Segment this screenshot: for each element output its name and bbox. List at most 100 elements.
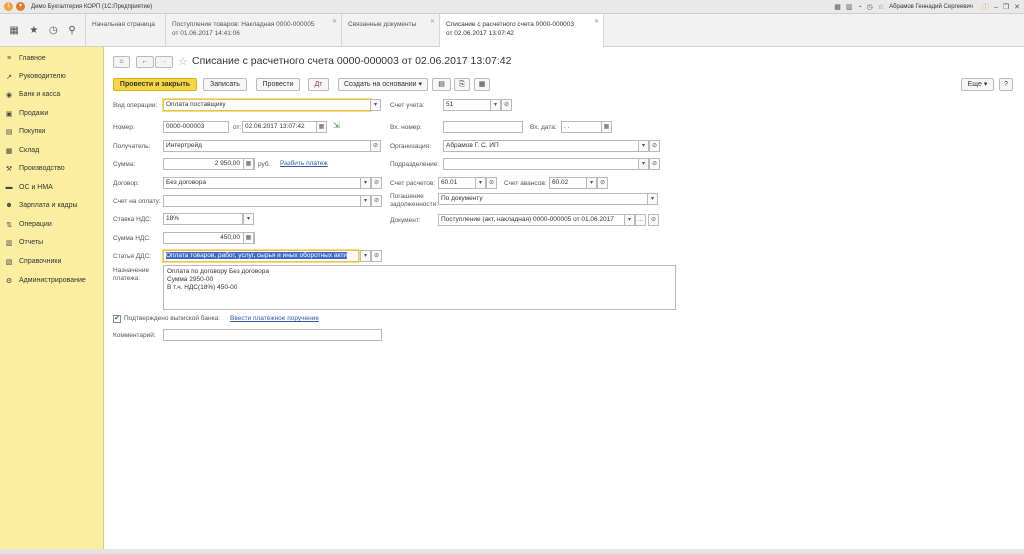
split-payment-link[interactable]: Разбить платеж (280, 160, 328, 167)
settle-acc-dropdown[interactable]: ▾ (475, 177, 486, 189)
document-open-button[interactable]: ⊘ (648, 214, 659, 226)
advance-acc-open-button[interactable]: ⊘ (597, 177, 608, 189)
sidebar-item-main[interactable]: ≡ Главное (0, 51, 104, 66)
history-icon[interactable]: ◷ (867, 3, 873, 11)
dept-field[interactable] (443, 158, 639, 170)
debt-dropdown[interactable]: ▾ (647, 193, 658, 205)
bell-icon[interactable]: ◔ (857, 4, 861, 11)
sidebar-item-admin[interactable]: ⚙ Администрирование (0, 273, 104, 288)
save-button[interactable]: Записать (203, 78, 247, 91)
current-user[interactable]: Абрамов Геннадий Сергеевич (889, 4, 973, 10)
purpose-textarea[interactable]: Оплата по договору Без договора Сумма 29… (163, 265, 676, 310)
dds-dropdown[interactable]: ▾ (360, 250, 371, 262)
invoice-open-button[interactable]: ⊘ (371, 195, 382, 207)
org-dropdown[interactable]: ▾ (638, 140, 649, 152)
sidebar-item-sales[interactable]: ▣ Продажи (0, 106, 104, 121)
sidebar-item-purchases[interactable]: ▤ Покупки (0, 124, 104, 139)
recipient-open-button[interactable]: ⊘ (370, 140, 381, 152)
sidebar-item-assets[interactable]: ▬ ОС и НМА (0, 180, 104, 195)
document-select-button[interactable]: … (635, 214, 646, 226)
invoice-field[interactable] (163, 195, 361, 207)
bank-confirmed-checkbox[interactable]: ✔ (113, 315, 121, 323)
invoice-dropdown[interactable]: ▾ (360, 195, 371, 207)
advance-acc-dropdown[interactable]: ▾ (586, 177, 597, 189)
journal-entries-button[interactable]: Дт (308, 78, 329, 91)
create-based-on-button[interactable]: Создать на основании ▾ (338, 78, 428, 91)
tab-home[interactable]: Начальная страница (86, 14, 166, 47)
op-type-dropdown[interactable]: ▾ (370, 99, 381, 111)
tab-related-docs[interactable]: Связанные документы ✕ (342, 14, 440, 47)
calendar-icon[interactable]: ▥ (846, 3, 853, 11)
vat-rate-field[interactable]: 18% (163, 213, 243, 225)
restore-icon[interactable]: ❐ (1003, 3, 1009, 11)
account-dropdown[interactable]: ▾ (490, 99, 501, 111)
dds-open-button[interactable]: ⊘ (371, 250, 382, 262)
date-field[interactable]: 02.06.2017 13:07:42 (242, 121, 317, 133)
dds-field[interactable]: Оплата товаров, работ, услуг, сырья и ин… (163, 250, 359, 262)
advance-acc-field[interactable]: 60.02 (549, 177, 587, 189)
settle-acc-open-button[interactable]: ⊘ (486, 177, 497, 189)
close-tab-icon[interactable]: ✕ (594, 18, 599, 27)
star-icon[interactable]: ☆ (878, 3, 884, 11)
search-icon[interactable]: ⚲ (68, 25, 75, 36)
close-tab-icon[interactable]: ✕ (430, 18, 435, 27)
recipient-field[interactable]: Интертрейд (163, 140, 371, 152)
contract-dropdown[interactable]: ▾ (360, 177, 371, 189)
home-button[interactable]: ⌂ (113, 56, 130, 68)
forward-button[interactable]: → (155, 56, 173, 68)
number-field[interactable]: 0000-000003 (163, 121, 229, 133)
vat-calculator-button[interactable]: ▦ (243, 232, 254, 244)
sidebar-item-warehouse[interactable]: ▦ Склад (0, 143, 104, 158)
contract-open-button[interactable]: ⊘ (371, 177, 382, 189)
debt-field[interactable]: По документу (438, 193, 648, 205)
dept-dropdown[interactable]: ▾ (638, 158, 649, 170)
contract-field[interactable]: Без договора (163, 177, 361, 189)
print-button[interactable]: ▤ (432, 78, 451, 91)
date-picker-button[interactable]: ▦ (316, 121, 327, 133)
report-button[interactable]: ▦ (474, 78, 490, 91)
attach-button[interactable]: ⎘ (454, 78, 470, 91)
sidebar-item-catalogs[interactable]: ▧ Справочники (0, 254, 104, 269)
in-number-field[interactable] (443, 121, 523, 133)
sidebar-item-production[interactable]: ⚒ Производство (0, 161, 104, 176)
help-button[interactable]: ? (999, 78, 1013, 91)
org-field[interactable]: Абрамов Г. С. ИП (443, 140, 639, 152)
history-icon[interactable]: ◷ (49, 25, 58, 36)
comment-field[interactable] (163, 329, 382, 341)
in-date-field[interactable]: . . (561, 121, 602, 133)
op-type-field[interactable]: Оплата поставщику (163, 99, 371, 111)
sidebar-item-operations[interactable]: ⇅ Операции (0, 217, 104, 232)
info-icon[interactable]: ⓘ (982, 2, 989, 12)
sidebar-item-payroll[interactable]: ☻ Зарплата и кадры (0, 198, 104, 213)
sidebar-item-reports[interactable]: ▥ Отчеты (0, 235, 104, 250)
org-open-button[interactable]: ⊘ (649, 140, 660, 152)
dept-open-button[interactable]: ⊘ (649, 158, 660, 170)
close-tab-icon[interactable]: ✕ (332, 18, 337, 27)
vat-rate-dropdown[interactable]: ▾ (243, 213, 254, 225)
edit-number-icon[interactable]: ⇲ (333, 121, 340, 130)
tab-receipt[interactable]: Поступление товаров: Накладная 0000-0000… (166, 14, 342, 47)
minimize-icon[interactable]: – (994, 4, 998, 11)
sidebar-item-bank[interactable]: ◉ Банк и касса (0, 87, 104, 102)
post-button[interactable]: Провести (256, 78, 300, 91)
back-button[interactable]: ← (136, 56, 154, 68)
settle-acc-field[interactable]: 60.01 (438, 177, 476, 189)
calculator-button[interactable]: ▦ (243, 158, 254, 170)
menu-icon[interactable]: ▾ (16, 2, 25, 11)
account-field[interactable]: 51 (443, 99, 491, 111)
in-date-picker[interactable]: ▦ (601, 121, 612, 133)
close-window-icon[interactable]: ✕ (1014, 3, 1020, 11)
favorites-icon[interactable]: ★ (29, 25, 38, 36)
enter-payment-order-link[interactable]: Ввести платежное поручение (230, 315, 319, 322)
document-field[interactable]: Поступление (акт, накладная) 0000-000005… (438, 214, 625, 226)
tab-writeoff[interactable]: Списание с расчетного счета 0000-000003 … (440, 14, 604, 48)
vat-sum-field[interactable]: 450,00 (163, 232, 255, 244)
favorite-star-icon[interactable]: ☆ (178, 55, 188, 68)
more-button[interactable]: Еще ▾ (961, 78, 994, 91)
calculator-icon[interactable]: ▦ (834, 3, 841, 11)
grid-menu-icon[interactable]: ▦ (9, 25, 18, 36)
account-open-button[interactable]: ⊘ (501, 99, 512, 111)
sidebar-item-manager[interactable]: ↗ Руководителю (0, 69, 104, 84)
post-and-close-button[interactable]: Провести и закрыть (113, 78, 197, 91)
document-dropdown[interactable]: ▾ (624, 214, 635, 226)
